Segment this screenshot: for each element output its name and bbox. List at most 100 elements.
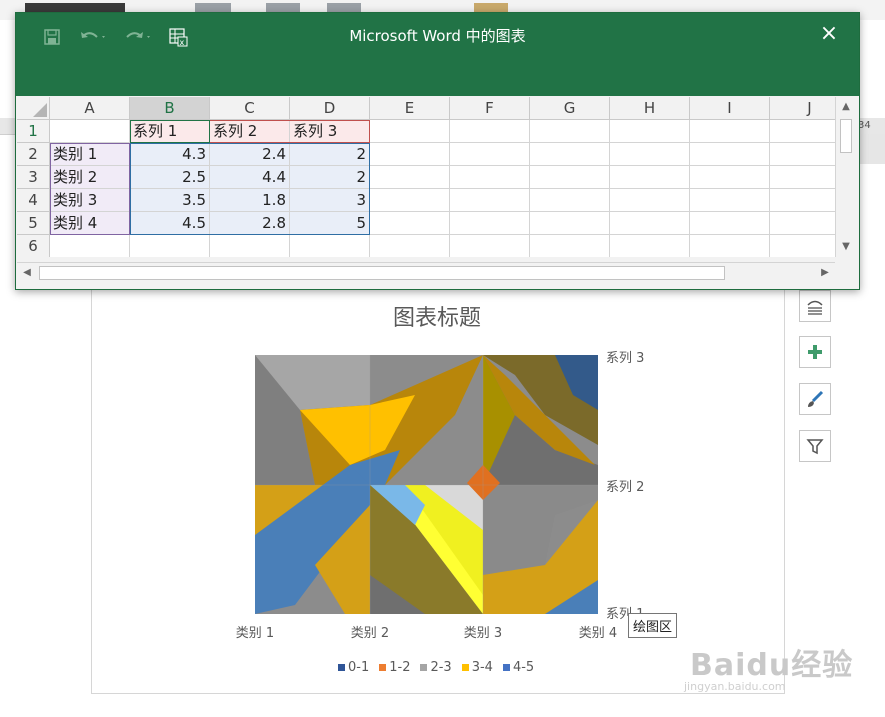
cell-E6[interactable]: [370, 235, 450, 257]
cell-B3[interactable]: 2.5: [130, 166, 210, 189]
cell-E2[interactable]: [370, 143, 450, 166]
spreadsheet-grid[interactable]: A B C D E F G H I J 1 系列 1 系列 2 系列 3 2 类别 1 4.3 2.4 2 3 类别 2…: [17, 97, 835, 257]
cell-C2[interactable]: 2.4: [210, 143, 290, 166]
scroll-left-arrow[interactable]: ◀: [19, 265, 35, 281]
chart-elements-button[interactable]: [799, 336, 831, 368]
cell-A3[interactable]: 类别 2: [50, 166, 130, 189]
cell-A6[interactable]: [50, 235, 130, 257]
column-header-D[interactable]: D: [290, 97, 370, 120]
chart-styles-button[interactable]: [799, 383, 831, 415]
cell-H1[interactable]: [610, 120, 690, 143]
cell-I1[interactable]: [690, 120, 770, 143]
row-header-2[interactable]: 2: [17, 143, 50, 166]
cell-G1[interactable]: [530, 120, 610, 143]
cell-F5[interactable]: [450, 212, 530, 235]
cell-F4[interactable]: [450, 189, 530, 212]
cell-C4[interactable]: 1.8: [210, 189, 290, 212]
cell-J2[interactable]: [770, 143, 835, 166]
cell-F1[interactable]: [450, 120, 530, 143]
row-header-6[interactable]: 6: [17, 235, 50, 257]
column-header-A[interactable]: A: [50, 97, 130, 120]
excel-data-window[interactable]: x Microsoft Word 中的图表 × A B C D E F G H I J 1 系列 1系…: [15, 12, 860, 290]
cell-I5[interactable]: [690, 212, 770, 235]
cell-I2[interactable]: [690, 143, 770, 166]
cell-C1[interactable]: 系列 2: [210, 120, 290, 143]
cell-C5[interactable]: 2.8: [210, 212, 290, 235]
surface-chart: [255, 355, 598, 614]
cell-D3[interactable]: 2: [290, 166, 370, 189]
cell-G3[interactable]: [530, 166, 610, 189]
cell-G5[interactable]: [530, 212, 610, 235]
scroll-down-arrow[interactable]: ▼: [838, 239, 854, 255]
column-header-H[interactable]: H: [610, 97, 690, 120]
cell-B1[interactable]: 系列 1: [130, 120, 210, 143]
close-icon: ×: [819, 21, 839, 46]
chart-legend[interactable]: 0-1 1-2 2-3 3-4 4-5: [338, 660, 534, 675]
column-header-E[interactable]: E: [370, 97, 450, 120]
cell-J4[interactable]: [770, 189, 835, 212]
cell-I3[interactable]: [690, 166, 770, 189]
horizontal-scrollbar[interactable]: ◀ ▶: [17, 262, 835, 283]
cell-I4[interactable]: [690, 189, 770, 212]
cell-D6[interactable]: [290, 235, 370, 257]
cell-E5[interactable]: [370, 212, 450, 235]
cell-D2[interactable]: 2: [290, 143, 370, 166]
select-all-corner[interactable]: [17, 97, 50, 120]
cell-J6[interactable]: [770, 235, 835, 257]
scroll-up-arrow[interactable]: ▲: [838, 99, 854, 115]
cell-B2[interactable]: 4.3: [130, 143, 210, 166]
column-header-F[interactable]: F: [450, 97, 530, 120]
row-header-5[interactable]: 5: [17, 212, 50, 235]
cell-A2[interactable]: 类别 1: [50, 143, 130, 166]
cell-J5[interactable]: [770, 212, 835, 235]
cell-F2[interactable]: [450, 143, 530, 166]
cell-H3[interactable]: [610, 166, 690, 189]
chart-title[interactable]: 图表标题: [91, 300, 783, 332]
chart-filters-button[interactable]: [799, 430, 831, 462]
layout-options-button[interactable]: [799, 290, 831, 322]
cell-A4[interactable]: 类别 3: [50, 189, 130, 212]
series-label-2: 系列 2: [606, 480, 645, 495]
cell-C6[interactable]: [210, 235, 290, 257]
legend-label: 3-4: [471, 660, 493, 675]
cell-A1[interactable]: [50, 120, 130, 143]
cell-D5[interactable]: 5: [290, 212, 370, 235]
horizontal-scroll-thumb[interactable]: [39, 266, 725, 280]
cell-H4[interactable]: [610, 189, 690, 212]
column-header-J[interactable]: J: [770, 97, 835, 120]
vertical-scrollbar[interactable]: ▲ ▼: [835, 97, 856, 257]
cell-G6[interactable]: [530, 235, 610, 257]
cell-H2[interactable]: [610, 143, 690, 166]
row-header-1[interactable]: 1: [17, 120, 50, 143]
cell-E4[interactable]: [370, 189, 450, 212]
cell-E1[interactable]: [370, 120, 450, 143]
column-header-G[interactable]: G: [530, 97, 610, 120]
cell-B5[interactable]: 4.5: [130, 212, 210, 235]
cell-H5[interactable]: [610, 212, 690, 235]
cell-H6[interactable]: [610, 235, 690, 257]
row-header-4[interactable]: 4: [17, 189, 50, 212]
cell-G2[interactable]: [530, 143, 610, 166]
cell-C3[interactable]: 4.4: [210, 166, 290, 189]
scroll-right-arrow[interactable]: ▶: [817, 265, 833, 281]
column-header-I[interactable]: I: [690, 97, 770, 120]
column-header-C[interactable]: C: [210, 97, 290, 120]
cell-F6[interactable]: [450, 235, 530, 257]
cell-J1[interactable]: [770, 120, 835, 143]
cell-D4[interactable]: 3: [290, 189, 370, 212]
cell-B6[interactable]: [130, 235, 210, 257]
cell-I6[interactable]: [690, 235, 770, 257]
close-button[interactable]: ×: [816, 21, 842, 47]
cell-D1[interactable]: 系列 3: [290, 120, 370, 143]
cell-A5[interactable]: 类别 4: [50, 212, 130, 235]
cell-E3[interactable]: [370, 166, 450, 189]
filter-icon: [806, 439, 824, 455]
column-header-B[interactable]: B: [130, 97, 210, 120]
vertical-scroll-thumb[interactable]: [840, 119, 852, 153]
plot-area[interactable]: [255, 355, 598, 614]
row-header-3[interactable]: 3: [17, 166, 50, 189]
cell-B4[interactable]: 3.5: [130, 189, 210, 212]
cell-G4[interactable]: [530, 189, 610, 212]
cell-J3[interactable]: [770, 166, 835, 189]
cell-F3[interactable]: [450, 166, 530, 189]
